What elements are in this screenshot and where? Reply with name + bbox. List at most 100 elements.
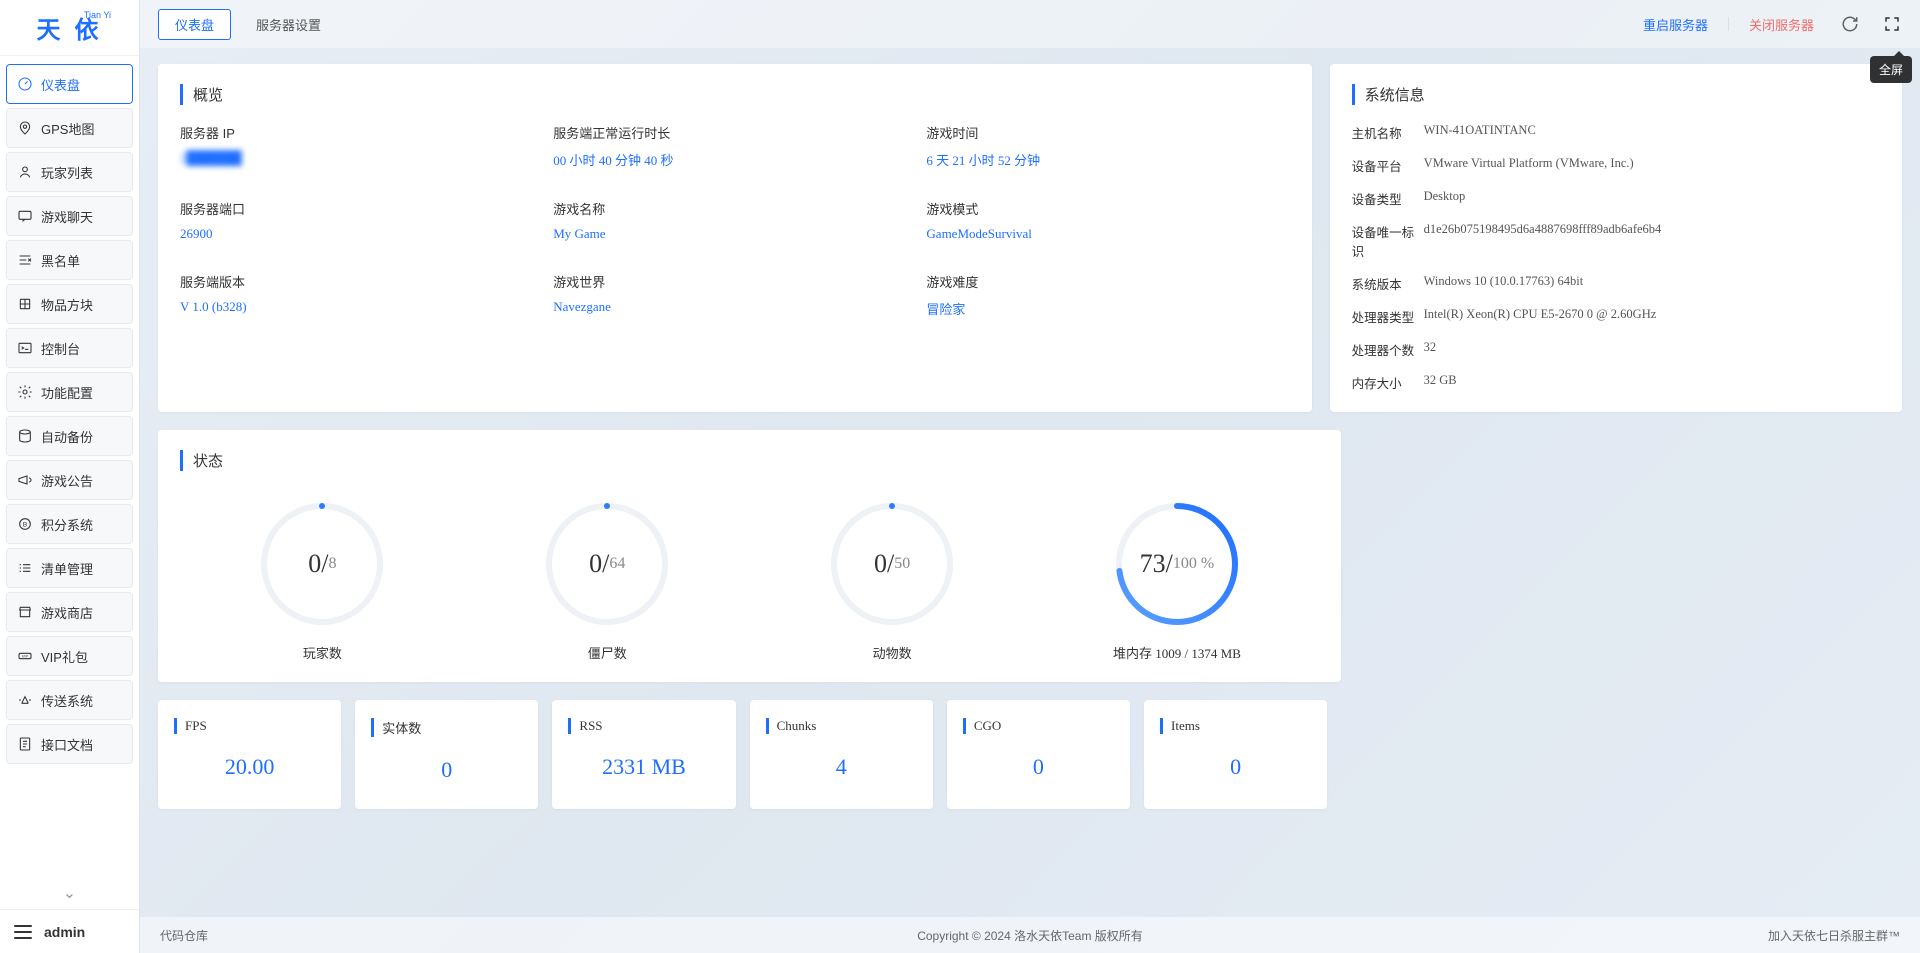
sidebar-item-12[interactable]: 游戏商店 [6, 592, 133, 632]
overview-label: 服务器端口 [180, 199, 543, 218]
overview-label: 游戏世界 [553, 272, 916, 291]
overview-value: 冒险家 [926, 299, 1289, 318]
sidebar-item-label: 游戏商店 [41, 603, 93, 622]
overview-value: GameModeSurvival [926, 226, 1289, 242]
state-label: 堆内存 1009 / 1374 MB [1112, 643, 1242, 662]
main: 仪表盘服务器设置 重启服务器 关闭服务器 全屏 概览 服务器 IP2██████… [140, 0, 1920, 953]
sidebar-item-label: 仪表盘 [41, 75, 80, 94]
gauge-icon [17, 76, 33, 92]
overview-item-6: 服务端版本V 1.0 (b328) [180, 272, 543, 318]
info-row-2: 设备类型Desktop [1352, 189, 1880, 208]
overview-label: 服务端正常运行时长 [553, 123, 916, 142]
sidebar-item-5[interactable]: 物品方块 [6, 284, 133, 324]
sidebar-item-label: 传送系统 [41, 691, 93, 710]
ban-icon [17, 252, 33, 268]
teleport-icon [17, 692, 33, 708]
info-value: 32 GB [1424, 373, 1457, 392]
info-value: WIN-41OATINTANC [1424, 123, 1536, 142]
info-label: 系统版本 [1352, 274, 1424, 293]
footer: 代码仓库 Copyright © 2024 洛水天依Team 版权所有 加入天依… [140, 917, 1920, 953]
footer-left-link[interactable]: 代码仓库 [160, 927, 208, 944]
state-label: 僵尸数 [542, 643, 672, 662]
sidebar: 天 依 Tian Yi 仪表盘GPS地图玩家列表游戏聊天黑名单物品方块控制台功能… [0, 0, 140, 953]
state-ring-1: 0/64 僵尸数 [542, 499, 672, 662]
state-card: 状态 0/8 玩家数 0/64 僵尸数 [158, 430, 1341, 682]
stat-value: 0 [1160, 754, 1311, 780]
overview-item-1: 服务端正常运行时长00 小时 40 分钟 40 秒 [553, 123, 916, 169]
overview-value: 6 天 21 小时 52 分钟 [926, 150, 1289, 169]
stat-card-5: Items 0 [1144, 700, 1327, 809]
sidebar-item-4[interactable]: 黑名单 [6, 240, 133, 280]
user-icon [17, 164, 33, 180]
stat-title: RSS [568, 718, 719, 734]
restart-server-link[interactable]: 重启服务器 [1639, 15, 1712, 34]
sidebar-item-10[interactable]: B积分系统 [6, 504, 133, 544]
overview-value: V 1.0 (b328) [180, 299, 543, 315]
overview-card: 概览 服务器 IP2██████服务端正常运行时长00 小时 40 分钟 40 … [158, 64, 1312, 412]
overview-item-5: 游戏模式GameModeSurvival [926, 199, 1289, 242]
scroll-down-hint[interactable]: ⌄ [0, 879, 139, 909]
state-ring-3: 73/100 % 堆内存 1009 / 1374 MB [1112, 499, 1242, 662]
sidebar-item-label: VIP礼包 [41, 647, 88, 666]
sidebar-item-label: 控制台 [41, 339, 80, 358]
list-icon [17, 560, 33, 576]
info-value: VMware Virtual Platform (VMware, Inc.) [1424, 156, 1634, 175]
sidebar-item-0[interactable]: 仪表盘 [6, 64, 133, 104]
overview-value: Navezgane [553, 299, 916, 315]
sidebar-item-label: 玩家列表 [41, 163, 93, 182]
sidebar-item-3[interactable]: 游戏聊天 [6, 196, 133, 236]
vip-icon: VIP [17, 648, 33, 664]
info-row-6: 处理器个数32 [1352, 340, 1880, 359]
sidebar-item-1[interactable]: GPS地图 [6, 108, 133, 148]
overview-value: 26900 [180, 226, 543, 242]
overview-item-7: 游戏世界 Navezgane [553, 272, 916, 318]
state-label: 动物数 [827, 643, 957, 662]
overview-label: 游戏难度 [926, 272, 1289, 291]
sidebar-item-7[interactable]: 功能配置 [6, 372, 133, 412]
refresh-icon[interactable] [1840, 14, 1860, 34]
sidebar-item-2[interactable]: 玩家列表 [6, 152, 133, 192]
tab-1[interactable]: 服务器设置 [239, 9, 338, 40]
pin-icon [17, 120, 33, 136]
stat-title: Items [1160, 718, 1311, 734]
sidebar-item-label: 游戏公告 [41, 471, 93, 490]
sidebar-item-8[interactable]: 自动备份 [6, 416, 133, 456]
state-ring-0: 0/8 玩家数 [257, 499, 387, 662]
sidebar-item-13[interactable]: VIP VIP礼包 [6, 636, 133, 676]
info-row-1: 设备平台VMware Virtual Platform (VMware, Inc… [1352, 156, 1880, 175]
sidebar-nav: 仪表盘 GPS地图玩家列表游戏聊天黑名单物品方块控制台功能配置自动备份游戏公告 B积… [0, 56, 139, 879]
sidebar-item-label: 接口文档 [41, 735, 93, 754]
stat-card-2: RSS2331 MB [552, 700, 735, 809]
sidebar-item-9[interactable]: 游戏公告 [6, 460, 133, 500]
sidebar-item-15[interactable]: 接口文档 [6, 724, 133, 764]
stat-value: 0 [963, 754, 1114, 780]
svg-text:VIP: VIP [22, 654, 29, 659]
stat-title: CGO [963, 718, 1114, 734]
sidebar-item-11[interactable]: 清单管理 [6, 548, 133, 588]
fullscreen-tooltip: 全屏 [1870, 56, 1912, 83]
overview-item-4: 游戏名称My Game [553, 199, 916, 242]
sidebar-item-6[interactable]: 控制台 [6, 328, 133, 368]
shutdown-server-link[interactable]: 关闭服务器 [1745, 15, 1818, 34]
progress-ring: 73/100 % [1112, 499, 1242, 629]
user-bar[interactable]: admin [0, 909, 139, 953]
stat-value: 4 [766, 754, 917, 780]
overview-item-3: 服务器端口 26900 [180, 199, 543, 242]
progress-ring: 0/8 [257, 499, 387, 629]
stat-card-3: Chunks 4 [750, 700, 933, 809]
fullscreen-icon[interactable] [1882, 14, 1902, 34]
info-label: 主机名称 [1352, 123, 1424, 142]
stat-title: Chunks [766, 718, 917, 734]
chat-icon [17, 208, 33, 224]
state-label: 玩家数 [257, 643, 387, 662]
sidebar-item-14[interactable]: 传送系统 [6, 680, 133, 720]
footer-right-link[interactable]: 加入天依七日杀服主群™ [1768, 927, 1900, 944]
info-label: 设备类型 [1352, 189, 1424, 208]
info-label: 内存大小 [1352, 373, 1424, 392]
logo-sup: Tian Yi [84, 10, 111, 20]
sidebar-item-label: 自动备份 [41, 427, 93, 446]
menu-toggle-icon[interactable] [14, 925, 32, 939]
overview-item-0: 服务器 IP2██████ [180, 123, 543, 169]
tab-0[interactable]: 仪表盘 [158, 9, 231, 40]
terminal-icon [17, 340, 33, 356]
